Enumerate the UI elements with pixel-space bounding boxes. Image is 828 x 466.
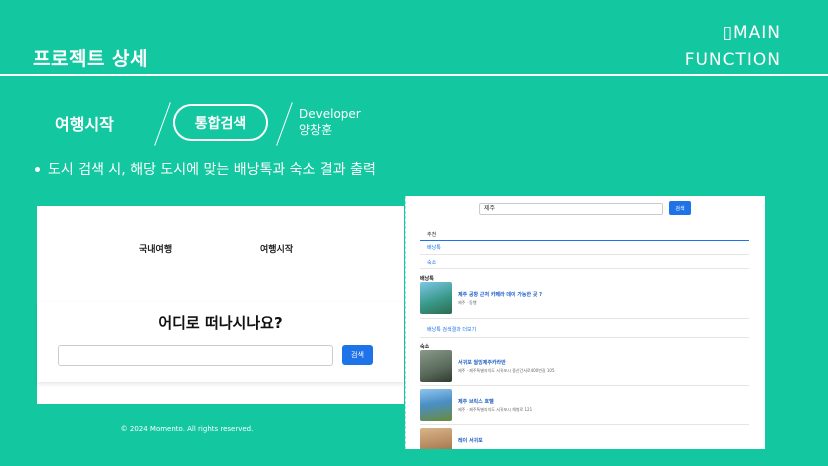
list-item[interactable]: 레이 서귀포 <box>420 428 749 449</box>
thumbnail-image <box>420 282 452 314</box>
section-label-line2: FUNCTION <box>684 50 781 70</box>
nav-travel-start[interactable]: 여행시작 <box>260 242 293 255</box>
item-divider <box>420 318 749 319</box>
bullet-dot-icon <box>35 166 40 172</box>
results-search-input[interactable]: 제주 <box>479 203 663 215</box>
item-subtitle: 제주 · 동행 <box>458 300 477 305</box>
search-input[interactable] <box>58 345 333 366</box>
lodging-section-title: 숙소 <box>420 344 430 350</box>
tab-underline <box>420 240 749 241</box>
developer-role: Developer <box>299 107 361 121</box>
item-title: 제주 브릭스 호텔 <box>458 399 494 405</box>
developer-name: 양창훈 <box>299 123 333 137</box>
tab-backpack[interactable]: 배낭톡 <box>427 244 441 251</box>
item-subtitle: 제주 · 제주특별자치도 서귀포시 해병로 121 <box>458 407 533 412</box>
footer-copyright: © 2024 Momento. All rights reserved. <box>120 425 254 433</box>
backpack-section-title: 배낭톡 <box>420 276 434 282</box>
thumbnail-image <box>420 350 452 382</box>
page-title: 프로젝트 상세 <box>33 48 148 70</box>
step-start: 여행시작 <box>55 115 114 134</box>
item-title: 레이 서귀포 <box>458 438 483 444</box>
search-button[interactable]: 검색 <box>342 345 373 365</box>
tab-recommend[interactable]: 추천 <box>427 231 436 238</box>
step-separator <box>276 102 293 146</box>
results-search-button[interactable]: 검색 <box>669 201 691 215</box>
list-item[interactable]: 제주 공항 근처 카페라 데이 가능한 곳 ? 제주 · 동행 <box>420 282 749 317</box>
item-title: 서귀포 웜밍제주카라반 <box>458 360 506 366</box>
more-results-link[interactable]: 배낭톡 검색결과 더보기 <box>427 326 476 333</box>
tab-divider <box>420 254 749 255</box>
list-item[interactable]: 제주 브릭스 호텔 제주 · 제주특별자치도 서귀포시 해병로 121 <box>420 389 749 424</box>
feature-description: 도시 검색 시, 해당 도시에 맞는 배낭톡과 숙소 결과 출력 <box>35 159 376 179</box>
search-card: 어디로 떠나시나요? 검색 <box>37 302 404 382</box>
item-title: 제주 공항 근처 카페라 데이 가능한 곳 ? <box>458 292 543 298</box>
tab-lodging[interactable]: 숙소 <box>427 259 436 266</box>
section-label-line1: ▯MAIN <box>722 23 781 43</box>
thumbnail-image <box>420 389 452 421</box>
header-divider <box>0 74 828 76</box>
feature-text: 도시 검색 시, 해당 도시에 맞는 배낭톡과 숙소 결과 출력 <box>48 162 376 178</box>
item-divider <box>420 424 749 425</box>
list-item[interactable]: 서귀포 웜밍제주카라반 제주 · 제주특별자치도 서귀포시 중산간서로400번길… <box>420 350 749 385</box>
developer-info: Developer 양창훈 <box>299 106 361 138</box>
section-divider <box>420 337 749 338</box>
step-search-pill: 통합검색 <box>173 104 268 141</box>
item-subtitle: 제주 · 제주특별자치도 서귀포시 중산간서로400번길 105 <box>458 368 555 373</box>
home-screenshot: 국내여행 여행시작 어디로 떠나시나요? 검색 © 2024 Momento. … <box>37 196 404 448</box>
step-separator <box>154 102 171 146</box>
nav-domestic-travel[interactable]: 국내여행 <box>139 242 172 255</box>
tab-divider <box>420 268 749 269</box>
results-screenshot: 제주 검색 추천 배낭톡 숙소 배낭톡 제주 공항 근처 카페라 데이 가능한 … <box>405 196 765 449</box>
thumbnail-image <box>420 428 452 449</box>
section-label: ▯MAIN FUNCTION <box>685 20 781 74</box>
item-divider <box>420 385 749 386</box>
search-question: 어디로 떠나시나요? <box>158 314 283 332</box>
